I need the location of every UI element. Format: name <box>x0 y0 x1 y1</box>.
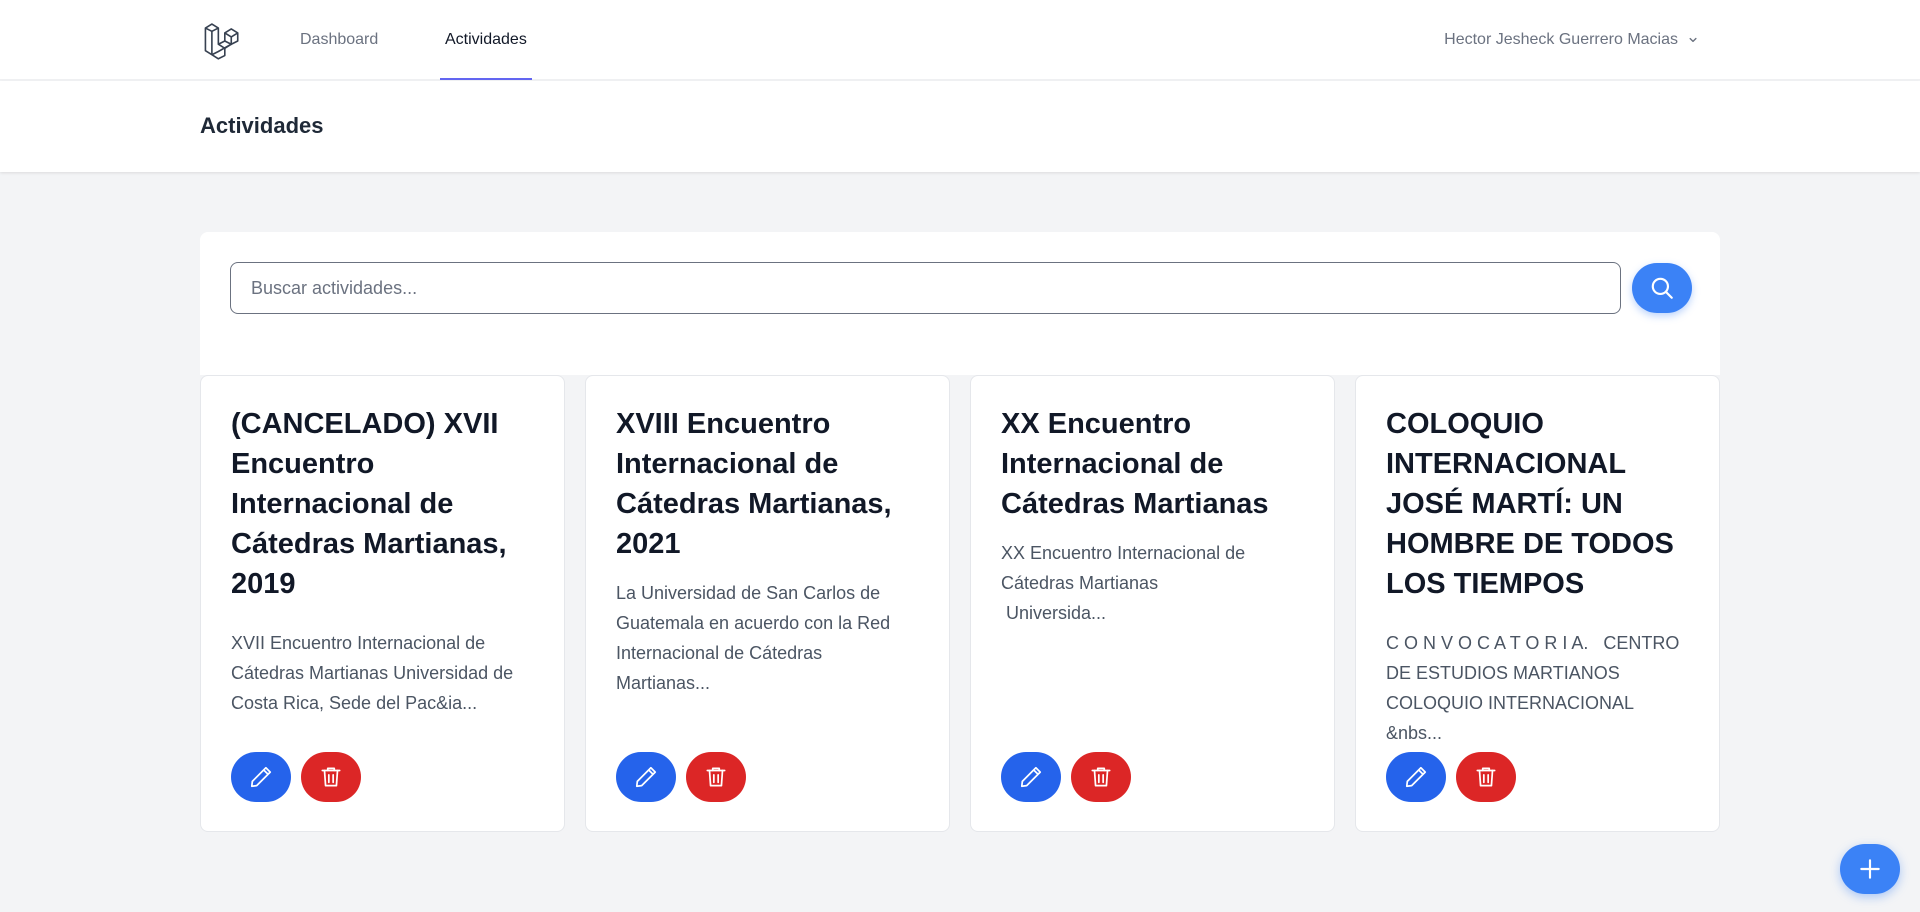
activity-title: XX Encuentro Internacional de Cátedras M… <box>1001 408 1269 520</box>
page-header: Actividades <box>0 81 1920 172</box>
nav-link-actividades-label: Actividades <box>445 31 527 48</box>
activity-title: XVIII Encuentro Internacional de Cátedra… <box>616 408 892 560</box>
activity-actions <box>1386 752 1516 802</box>
pencil-icon <box>1020 766 1042 788</box>
activity-title: COLOQUIO INTERNACIONAL JOSÉ MARTÍ: UN HO… <box>1386 408 1674 600</box>
search-button[interactable] <box>1632 263 1692 313</box>
edit-button[interactable] <box>1386 752 1446 802</box>
activity-card: COLOQUIO INTERNACIONAL JOSÉ MARTÍ: UN HO… <box>1355 375 1720 832</box>
user-menu-trigger[interactable]: Hector Jesheck Guerrero Macias <box>1444 0 1700 80</box>
laravel-logo-icon[interactable] <box>203 20 245 62</box>
nav-link-actividades[interactable]: Actividades <box>440 0 532 80</box>
add-activity-button[interactable] <box>1840 844 1900 894</box>
top-navigation: Dashboard Actividades Hector Jesheck Gue… <box>0 0 1920 80</box>
search-input[interactable] <box>230 262 1621 314</box>
activity-actions <box>1001 752 1131 802</box>
activity-card: (CANCELADO) XVII Encuentro Internacional… <box>200 375 565 832</box>
edit-button[interactable] <box>616 752 676 802</box>
activity-actions <box>231 752 361 802</box>
activity-description: XX Encuentro Internacional de Cátedras M… <box>1001 543 1246 623</box>
plus-icon <box>1860 859 1880 879</box>
activity-description: La Universidad de San Carlos de Guatemal… <box>616 583 896 693</box>
edit-button[interactable] <box>231 752 291 802</box>
user-name: Hector Jesheck Guerrero Macias <box>1444 31 1678 48</box>
activity-actions <box>616 752 746 802</box>
delete-button[interactable] <box>686 752 746 802</box>
activities-panel: (CANCELADO) XVII Encuentro Internacional… <box>200 232 1720 832</box>
pencil-icon <box>1405 766 1427 788</box>
search-icon <box>1651 277 1673 299</box>
trash-icon <box>321 767 341 787</box>
delete-button[interactable] <box>1071 752 1131 802</box>
pencil-icon <box>635 766 657 788</box>
search-bar <box>200 232 1720 375</box>
active-nav-indicator <box>440 78 532 80</box>
page-title: Actividades <box>200 113 324 138</box>
trash-icon <box>1476 767 1496 787</box>
activity-title: (CANCELADO) XVII Encuentro Internacional… <box>231 408 507 600</box>
activity-card: XX Encuentro Internacional de Cátedras M… <box>970 375 1335 832</box>
trash-icon <box>706 767 726 787</box>
nav-link-dashboard[interactable]: Dashboard <box>300 0 378 80</box>
pencil-icon <box>250 766 272 788</box>
delete-button[interactable] <box>1456 752 1516 802</box>
activity-description: C O N V O C A T O R I A. CENTRO DE ESTUD… <box>1386 633 1685 743</box>
activity-cards: (CANCELADO) XVII Encuentro Internacional… <box>200 375 1720 832</box>
activity-card: XVIII Encuentro Internacional de Cátedra… <box>585 375 950 832</box>
delete-button[interactable] <box>301 752 361 802</box>
trash-icon <box>1091 767 1111 787</box>
edit-button[interactable] <box>1001 752 1061 802</box>
chevron-down-icon <box>1689 37 1697 43</box>
activity-description: XVII Encuentro Internacional de Cátedras… <box>231 633 519 713</box>
